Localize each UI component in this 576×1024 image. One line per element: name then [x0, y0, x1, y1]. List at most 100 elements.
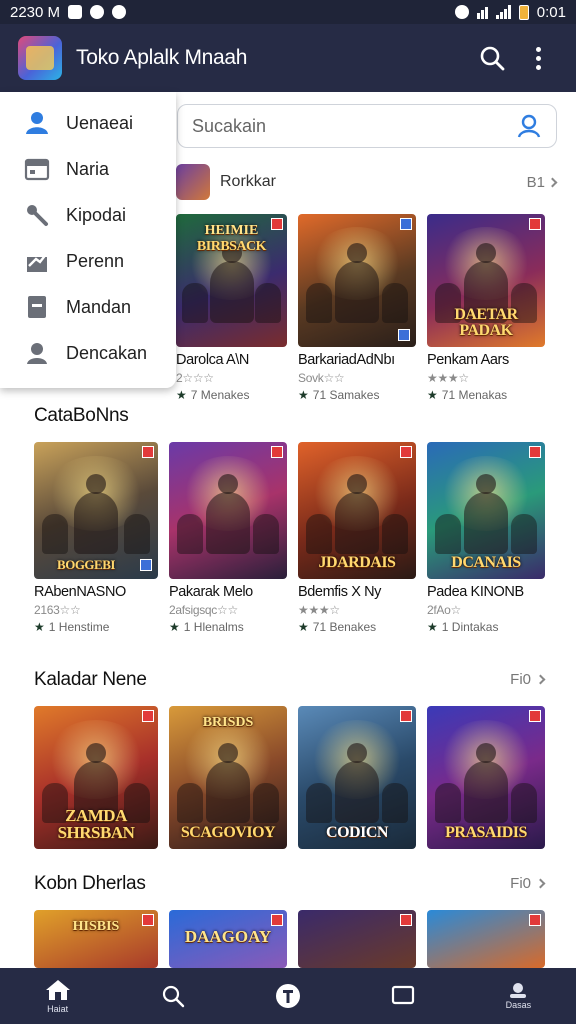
app-card-logo: CODICN: [326, 824, 388, 841]
document-icon: [28, 296, 46, 318]
status-bar: 2230 M 0:01: [0, 0, 576, 24]
nav-search[interactable]: [133, 968, 213, 1024]
drawer-item-label: Naria: [66, 158, 110, 179]
app-card-count: 1 Hlenalms: [183, 620, 244, 634]
badge-icon: [142, 710, 154, 722]
featured-more-link[interactable]: B1: [527, 174, 558, 191]
badge-icon: [529, 446, 541, 458]
chart-icon: [27, 252, 48, 272]
app-card[interactable]: CODICN: [298, 706, 416, 849]
app-card[interactable]: HISBIS: [34, 910, 158, 968]
app-card[interactable]: BRISDS SCAGOVIOY: [169, 706, 287, 849]
search-icon: [480, 46, 505, 71]
app-title: Toko Aplalk Mnaah: [76, 46, 248, 69]
app-card[interactable]: JDARDAIS Bdemfis X Ny ★★★☆ ★ 71 Benakes: [298, 442, 416, 634]
badge-icon: [400, 218, 412, 230]
profile-icon: [510, 983, 527, 998]
app-card[interactable]: BOGGEBI RAbenNASNO 2163☆☆ ★ 1 Henstime: [34, 442, 158, 634]
app-bar: Toko Aplalk Mnaah: [0, 24, 576, 92]
nav-store[interactable]: [248, 968, 328, 1024]
app-card[interactable]: DAAGOAY: [169, 910, 287, 968]
app-card-meta: ★ 71 Samakes: [298, 388, 416, 402]
badge-icon: [400, 446, 412, 458]
app-card-art: CODICN: [298, 706, 416, 849]
featured-thumbnail: [176, 164, 210, 200]
app-card-logo-top: HISBIS: [72, 919, 120, 934]
user-icon: [26, 112, 48, 134]
app-card-logo-top: DAAGOAY: [184, 927, 272, 946]
app-card[interactable]: DCANAIS Padea KINONB 2fAo☆ ★ 1 Dintakas: [427, 442, 545, 634]
drawer-item[interactable]: Dencakan: [0, 330, 176, 376]
app-card-art: [298, 214, 416, 347]
app-card-logo-top: BRISDS: [202, 715, 254, 730]
section-title: Kaladar Nene: [34, 669, 147, 690]
app-card-art: BOGGEBI: [34, 442, 158, 579]
app-card-logo: BOGGEBI: [57, 557, 115, 572]
app-card-name: Bdemfis X Ny: [298, 584, 382, 600]
app-card-count: 71 Samakes: [312, 388, 380, 402]
drawer-item[interactable]: Naria: [0, 146, 176, 192]
section-more-link[interactable]: Fi0: [510, 671, 546, 688]
clock-icon: [112, 5, 127, 19]
badge-icon: [142, 446, 154, 458]
user-search-icon[interactable]: [516, 113, 542, 139]
app-card[interactable]: ZAMDA SHRSBAN: [34, 706, 158, 849]
badge-icon: [400, 914, 412, 926]
drawer-item-label: Dencakan: [66, 342, 148, 363]
app-card-art: DCANAIS: [427, 442, 545, 579]
app-card-art: JDARDAIS: [298, 442, 416, 579]
app-card-art: [169, 442, 287, 579]
overflow-menu-button[interactable]: [518, 38, 558, 78]
app-card[interactable]: DAETAR PADAK Penkam Aars ★★★☆ ★ 71 Menaka…: [427, 214, 545, 402]
wifi-icon: [476, 5, 488, 19]
badge-icon: [140, 559, 152, 571]
badge-icon: [529, 218, 541, 230]
app-card-logo-top: HEIMIE: [204, 223, 259, 238]
search-input[interactable]: [192, 115, 516, 137]
drawer-item-label: Kipodai: [66, 204, 127, 225]
app-card[interactable]: BarkariadAdNbı Sovk☆☆ ★ 71 Samakes: [298, 214, 416, 402]
app-card-name: Pakarak Melo: [169, 584, 253, 600]
status-time: 2230 M: [10, 3, 61, 21]
nav-home[interactable]: Haiat: [18, 968, 98, 1024]
app-card-meta: ★ 71 Menakas: [427, 388, 545, 402]
app-card-logo: SCAGOVIOY: [180, 824, 276, 841]
app-card-logo: PRASAIDIS: [445, 824, 527, 841]
nav-chat[interactable]: [363, 968, 443, 1024]
section-title: Kobn Dherlas: [34, 873, 146, 894]
app-card-rating: ★★★☆: [427, 371, 469, 385]
app-card[interactable]: [298, 910, 416, 968]
app-card-name: Darolca A\N: [176, 352, 249, 368]
app-card[interactable]: [427, 910, 545, 968]
nav-home-label: Haiat: [47, 1004, 69, 1014]
person-icon: [27, 343, 47, 364]
search-button[interactable]: [472, 38, 512, 78]
drawer-item[interactable]: Uenaeai: [0, 100, 176, 146]
more-vert-icon: [535, 46, 541, 70]
app-card-meta: ★ 1 Hlenalms: [169, 620, 287, 634]
section-more-label: Fi0: [510, 671, 531, 688]
app-card-logo: BIRBSACK: [196, 239, 267, 254]
drawer-item[interactable]: Mandan: [0, 284, 176, 330]
app-card-count: 71 Benakes: [312, 620, 377, 634]
search-bar: [177, 104, 557, 148]
app-card[interactable]: Pakarak Melo 2afsigsqc☆☆ ★ 1 Hlenalms: [169, 442, 287, 634]
app-card[interactable]: PRASAIDIS: [427, 706, 545, 849]
app-card-meta: ★ 71 Benakes: [298, 620, 416, 634]
app-card-name: Penkam Aars: [427, 352, 509, 368]
drawer-item[interactable]: Perenn: [0, 238, 176, 284]
app-card-art: HEIMIE BIRBSACK: [176, 214, 287, 347]
app-card-art: PRASAIDIS: [427, 706, 545, 849]
app-card-rating: 2☆☆☆: [176, 371, 214, 385]
chevron-right-icon: [535, 878, 546, 889]
featured-row[interactable]: Rorkkar B1: [176, 162, 558, 202]
app-card[interactable]: HEIMIE BIRBSACK Darolca A\N 2☆☆☆ ★ 7 Mena…: [176, 214, 287, 402]
drawer-item-label: Perenn: [66, 250, 125, 271]
drawer-item[interactable]: Kipodai: [0, 192, 176, 238]
nav-profile[interactable]: Dasas: [478, 968, 558, 1024]
app-card-logo: JDARDAIS: [318, 554, 396, 571]
section-more-link[interactable]: Fi0: [510, 875, 546, 892]
badge-icon: [271, 446, 283, 458]
app-card-logo: DAETAR PADAK: [454, 306, 518, 339]
app-card-meta: ★ 1 Henstime: [34, 620, 158, 634]
